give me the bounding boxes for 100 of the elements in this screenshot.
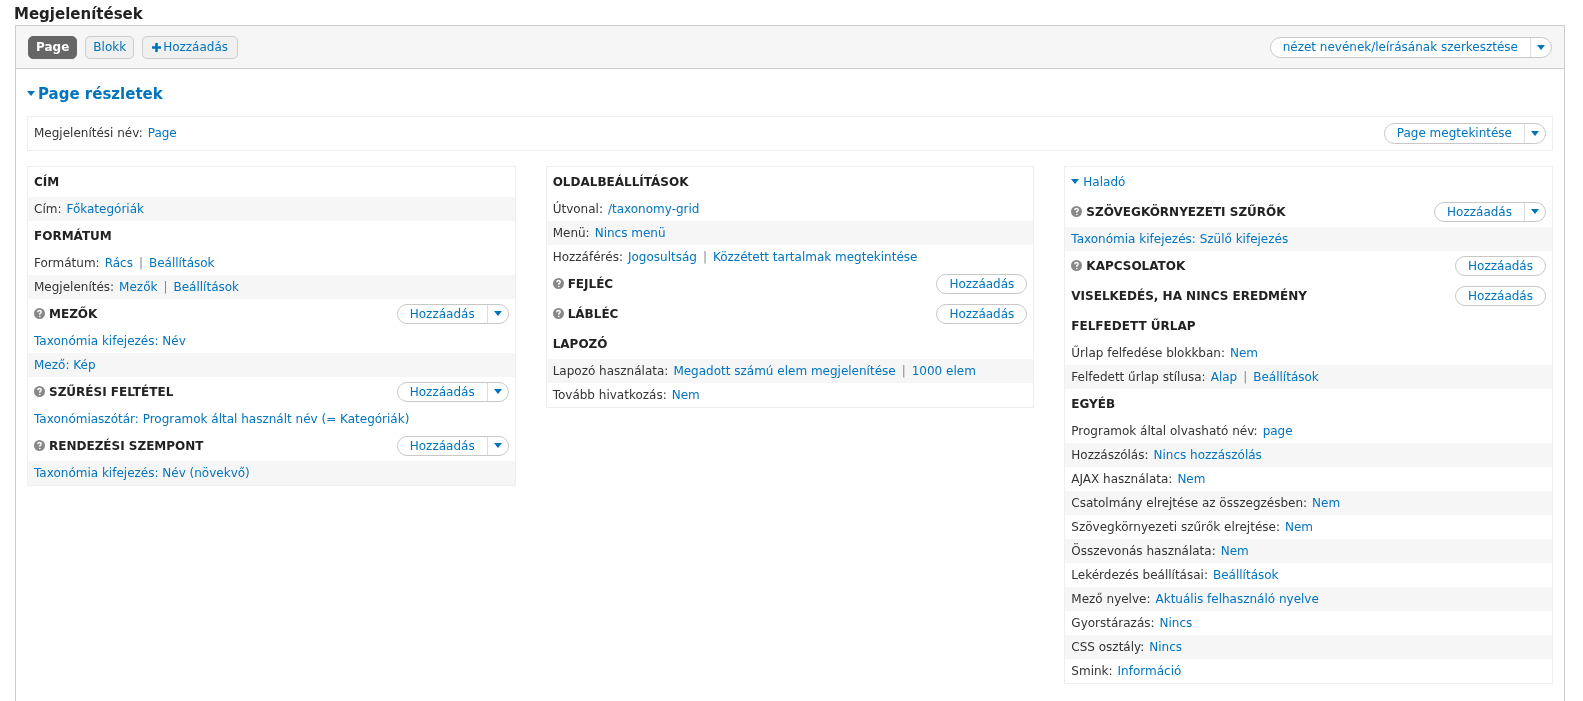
- setting-link[interactable]: Nem: [1177, 469, 1206, 488]
- setting-link[interactable]: Nem: [1220, 541, 1249, 560]
- setting-label: Csatolmány elrejtése az összegzésben:: [1071, 494, 1308, 512]
- link-separator: |: [1243, 368, 1248, 386]
- setting-link[interactable]: Alap: [1210, 367, 1238, 386]
- setting-link[interactable]: /taxonomy-grid: [607, 199, 700, 218]
- split-button[interactable]: Hozzáadás: [936, 303, 1028, 324]
- section-title: SZŰRÉSI FELTÉTEL: [49, 383, 174, 401]
- setting-label: Gyorstárazás:: [1071, 614, 1155, 632]
- setting-link[interactable]: Nincs menü: [594, 223, 666, 242]
- dropdown-caret-icon: [493, 311, 502, 316]
- setting-label: Szövegkörnyezeti szűrők elrejtése:: [1071, 518, 1280, 536]
- split-button[interactable]: Hozzáadás: [1434, 201, 1546, 222]
- setting-label: Hozzászólás:: [1071, 446, 1149, 464]
- split-button[interactable]: nézet nevének/leírásának szerkesztése: [1269, 36, 1552, 58]
- setting-link[interactable]: Mező: Kép: [34, 355, 96, 374]
- add-display-button[interactable]: Hozzáadás: [142, 35, 239, 59]
- help-icon[interactable]: [552, 278, 564, 289]
- section-title: OLDALBEÁLLÍTÁSOK: [552, 173, 689, 191]
- setting-label: Összevonás használata:: [1071, 542, 1216, 560]
- dropdown-caret-icon: [493, 389, 502, 394]
- split-button[interactable]: Hozzáadás: [1455, 255, 1546, 276]
- link-separator: |: [138, 254, 143, 272]
- setting-link[interactable]: Megadott számú elem megjelenítése: [673, 361, 896, 380]
- setting-link[interactable]: 1000 elem: [911, 361, 976, 380]
- setting-label: Menü:: [552, 224, 590, 242]
- setting-link[interactable]: Taxonómia kifejezés: Név: [34, 331, 186, 350]
- link-separator: |: [163, 278, 168, 296]
- help-icon[interactable]: [1071, 206, 1083, 217]
- setting-label: Cím:: [34, 200, 62, 218]
- setting-link[interactable]: Nem: [671, 385, 700, 404]
- setting-link[interactable]: Taxonómiaszótár: Programok által használt név (= Kategóriák): [34, 409, 410, 428]
- dropdown-caret-icon: [1537, 44, 1545, 50]
- split-button[interactable]: Hozzáadás: [936, 273, 1028, 294]
- setting-label: Formátum:: [34, 254, 100, 272]
- link-separator: |: [901, 362, 906, 380]
- split-button[interactable]: Hozzáadás: [1455, 285, 1546, 306]
- split-button[interactable]: Hozzáadás: [396, 303, 509, 324]
- split-button[interactable]: Hozzáadás: [396, 381, 509, 402]
- setting-link[interactable]: Jogosultság: [627, 247, 697, 266]
- setting-label: Hozzáférés:: [552, 248, 623, 266]
- setting-link[interactable]: Közzétett tartalmak megtekintése: [712, 247, 918, 266]
- section-title: VISELKEDÉS, HA NINCS EREDMÉNY: [1071, 287, 1307, 305]
- dropdown-caret-icon: [1531, 209, 1539, 214]
- setting-link[interactable]: Beállítások: [1212, 565, 1279, 584]
- setting-link[interactable]: Nem: [1312, 493, 1341, 512]
- help-icon[interactable]: [34, 440, 45, 451]
- setting-link[interactable]: Taxonómia kifejezés: Név (növekvő): [34, 463, 250, 482]
- setting-label: Programok által olvasható név:: [1071, 422, 1258, 440]
- help-icon[interactable]: [552, 308, 564, 319]
- help-icon[interactable]: [1071, 260, 1083, 271]
- section-title: SZÖVEGKÖRNYEZETI SZŰRŐK: [1086, 203, 1286, 221]
- setting-link[interactable]: Nincs hozzászólás: [1153, 445, 1262, 464]
- plus-icon: [152, 42, 162, 52]
- setting-label: Felfedett űrlap stílusa:: [1071, 368, 1206, 386]
- field-label: Megjelenítési név:: [34, 125, 143, 142]
- setting-link[interactable]: Aktuális felhasználó nyelve: [1155, 589, 1319, 608]
- field-link[interactable]: Page: [147, 124, 177, 142]
- dropdown-caret-icon: [493, 443, 502, 448]
- setting-link[interactable]: Nincs: [1149, 637, 1183, 656]
- setting-link[interactable]: Beállítások: [173, 277, 240, 296]
- details-toggle[interactable]: Page részletek: [27, 83, 163, 106]
- setting-label: Smink:: [1071, 662, 1113, 680]
- setting-link[interactable]: Beállítások: [1253, 367, 1319, 386]
- setting-label: Megjelenítés:: [34, 278, 115, 296]
- setting-link[interactable]: page: [1262, 421, 1293, 440]
- setting-label: Lapozó használata:: [552, 362, 669, 380]
- setting-link[interactable]: Nem: [1284, 517, 1314, 536]
- setting-link[interactable]: Mezők: [119, 277, 158, 296]
- help-icon[interactable]: [34, 386, 45, 397]
- setting-label: CSS osztály:: [1071, 638, 1145, 656]
- section-title: MEZŐK: [49, 305, 98, 323]
- split-button[interactable]: Page megtekintése: [1383, 122, 1546, 144]
- setting-link[interactable]: Nem: [1230, 343, 1259, 362]
- section-title: FELFEDETT ŰRLAP: [1071, 317, 1196, 335]
- help-icon[interactable]: [34, 308, 45, 319]
- link-separator: |: [702, 248, 707, 266]
- page-title: Megjelenítések: [14, 4, 144, 25]
- split-button[interactable]: Hozzáadás: [396, 435, 509, 456]
- section-title: RENDEZÉSI SZEMPONT: [49, 437, 204, 455]
- section-title: EGYÉB: [1071, 395, 1116, 413]
- setting-label: AJAX használata:: [1071, 470, 1173, 488]
- setting-label: Mező nyelve:: [1071, 590, 1151, 608]
- display-tab[interactable]: Page: [28, 35, 78, 59]
- section-title: KAPCSOLATOK: [1086, 257, 1186, 275]
- dropdown-caret-icon: [1531, 130, 1539, 136]
- group-toggle[interactable]: Haladó: [1065, 166, 1132, 197]
- setting-link[interactable]: Nincs: [1159, 613, 1193, 632]
- setting-link[interactable]: Taxonómia kifejezés: Szülő kifejezés: [1071, 229, 1289, 248]
- display-tab[interactable]: Blokk: [85, 35, 135, 59]
- setting-label: Tovább hivatkozás:: [552, 386, 667, 404]
- section-title: CÍM: [34, 173, 60, 191]
- setting-link[interactable]: Beállítások: [148, 253, 215, 272]
- setting-label: Útvonal:: [552, 200, 603, 218]
- section-title: FEJLÉC: [567, 275, 614, 293]
- setting-link[interactable]: Főkategóriák: [66, 199, 144, 218]
- setting-link[interactable]: Információ: [1117, 661, 1182, 680]
- setting-label: Lekérdezés beállításai:: [1071, 566, 1208, 584]
- section-title: LÁBLÉC: [567, 305, 619, 323]
- setting-link[interactable]: Rács: [104, 253, 133, 272]
